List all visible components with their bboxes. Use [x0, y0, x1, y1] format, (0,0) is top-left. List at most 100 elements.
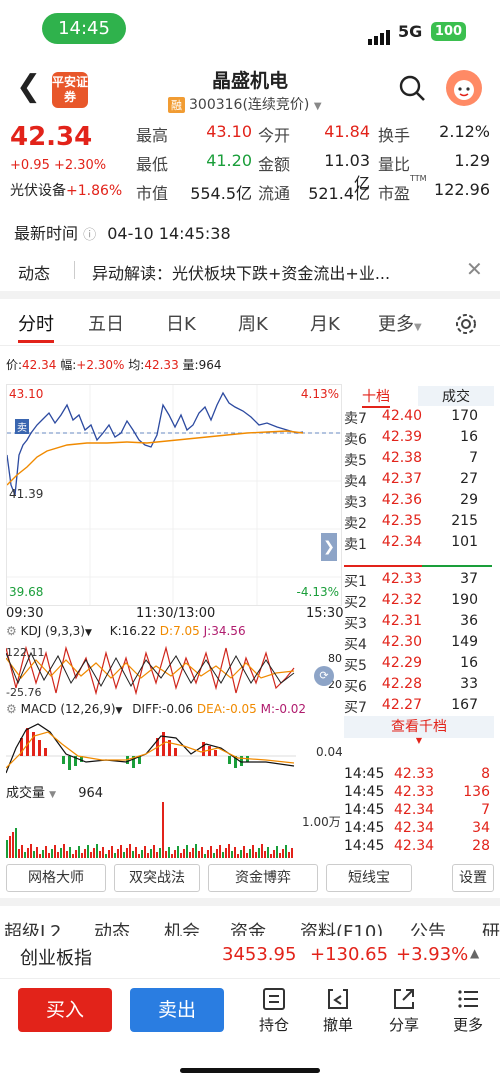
buy-button[interactable]: 买入 [18, 988, 112, 1032]
y-low-label: 39.68 [9, 585, 44, 599]
index-ticker[interactable]: 创业板指 3453.95 +130.65 +3.93% ▲ [0, 936, 500, 976]
grid-master-button[interactable]: 网格大师 [6, 864, 106, 892]
order-level[interactable]: 卖6 42.39 16 [344, 429, 494, 450]
info-icon[interactable]: ⓘ [83, 228, 96, 243]
cancel-order-button[interactable]: 撤单 [316, 986, 360, 1035]
tab-intraday[interactable]: 分时 [18, 310, 54, 336]
order-level[interactable]: 卖4 42.37 27 [344, 471, 494, 492]
order-level[interactable]: 卖1 42.34 101 [344, 534, 494, 555]
order-level[interactable]: 买4 42.30 149 [344, 634, 494, 655]
double-break-button[interactable]: 双突战法 [114, 864, 200, 892]
macd-header[interactable]: ⚙ MACD (12,26,9)▼ DIFF:-0.06 DEA:-0.05 M… [6, 702, 306, 716]
volume-bar [144, 846, 146, 858]
volume-bar [51, 849, 53, 858]
volume-bar [81, 853, 83, 858]
settings-icon[interactable] [454, 312, 478, 341]
close-icon[interactable]: ✕ [466, 257, 483, 281]
fund-game-button[interactable]: 资金博弈 [208, 864, 318, 892]
order-level[interactable]: 买2 42.32 190 [344, 592, 494, 613]
chevron-down-icon: ▼ [414, 322, 422, 333]
tab-ten-levels[interactable]: 十档 [362, 386, 390, 408]
settings-button[interactable]: 设置 [452, 864, 494, 892]
view-more-levels[interactable]: 查看千档 ▼ [344, 716, 494, 745]
volume-bar [57, 852, 59, 858]
sector-info[interactable]: 光伏设备+1.86% [10, 180, 122, 200]
time-end: 15:30 [306, 606, 344, 621]
trade-row: 14:45 42.34 34 [344, 820, 494, 838]
intraday-svg [7, 385, 341, 605]
quote-value: 554.5亿 [190, 184, 252, 203]
refresh-icon[interactable]: ⟳ [314, 666, 334, 686]
volume-bar [117, 849, 119, 858]
tab-f10[interactable]: 资料(F10) [300, 918, 383, 936]
order-level[interactable]: 买5 42.29 16 [344, 655, 494, 676]
tab-funds[interactable]: 资金 [230, 918, 266, 936]
short-term-button[interactable]: 短线宝 [326, 864, 412, 892]
signal-icon [368, 26, 392, 45]
stock-code-line[interactable]: 融 300316(连续竞价) ▼ [168, 94, 322, 114]
order-level[interactable]: 买1 42.33 37 [344, 571, 494, 592]
volume-bar [237, 854, 239, 858]
volume-bar [201, 847, 203, 858]
volume-bar [96, 844, 98, 858]
quote-value: 2.12% [439, 122, 490, 141]
volume-bar [129, 844, 131, 858]
volume-bar [111, 846, 113, 858]
level-volume: 101 [451, 534, 478, 550]
view-more-label: 查看千档 [391, 719, 447, 735]
level-volume: 16 [460, 655, 478, 671]
volume-bar [132, 851, 134, 858]
search-icon[interactable] [398, 74, 426, 106]
more-button[interactable]: 更多 [446, 986, 490, 1035]
level-volume: 167 [451, 697, 478, 713]
volume-bar [159, 848, 161, 858]
quote-label: 最低 [136, 155, 169, 174]
tab-monthly[interactable]: 月K [310, 310, 340, 336]
order-level[interactable]: 卖2 42.35 215 [344, 513, 494, 534]
tab-super-l2[interactable]: 超级L2 [4, 918, 61, 936]
macd-right-label: 0.04 [316, 745, 342, 759]
level-volume: 37 [460, 571, 478, 587]
volume-header[interactable]: 成交量 ▼ 964 [6, 782, 103, 801]
divider [0, 978, 500, 979]
tab-more[interactable]: 更多▼ [378, 310, 422, 336]
tab-trades[interactable]: 成交 [418, 386, 494, 406]
share-button[interactable]: 分享 [382, 986, 426, 1035]
order-level[interactable]: 买7 42.27 167 [344, 697, 494, 718]
order-level[interactable]: 卖7 42.40 170 [344, 408, 494, 429]
news-ticker[interactable]: 动态 异动解读：光伏板块下跌+资金流出+业... ✕ [0, 255, 500, 289]
positions-button[interactable]: 持仓 [252, 986, 296, 1035]
kdj-80: 80 [328, 652, 342, 665]
tab-5day[interactable]: 五日 [88, 310, 124, 336]
divider [0, 898, 500, 906]
volume-bar [171, 854, 173, 858]
trade-price: 42.34 [394, 838, 435, 854]
tab-research[interactable]: 研 [482, 918, 500, 936]
tab-daily[interactable]: 日K [166, 310, 196, 336]
kdj-chart: 122.11 -25.76 80 20 ⟳ [6, 622, 342, 699]
intraday-chart[interactable]: 43.10 4.13% 41.39 39.68 -4.13% 卖 ❯ [6, 384, 342, 606]
tab-opportunity[interactable]: 机会 [164, 918, 200, 936]
level-label: 卖2 [344, 516, 367, 532]
order-level[interactable]: 卖3 42.36 29 [344, 492, 494, 513]
order-level[interactable]: 卖5 42.38 7 [344, 450, 494, 471]
stock-code: 300316(连续竞价) [189, 97, 310, 113]
volume-bar [6, 840, 8, 858]
sell-button[interactable]: 卖出 [130, 988, 224, 1032]
quote-label: 金额 [258, 155, 291, 174]
tab-news[interactable]: 动态 [94, 918, 130, 936]
order-level[interactable]: 买6 42.28 33 [344, 676, 494, 697]
volume-bar [186, 845, 188, 858]
trade-volume: 136 [463, 784, 490, 800]
avatar[interactable] [446, 70, 482, 106]
chevron-up-icon[interactable]: ▲ [470, 946, 479, 960]
order-level[interactable]: 买3 42.31 36 [344, 613, 494, 634]
tab-announcement[interactable]: 公告 [410, 918, 446, 936]
volume-bar [243, 846, 245, 858]
volume-bar [78, 846, 80, 858]
volume-bar [270, 854, 272, 858]
price-bar: 价:42.34 幅:+2.30% 均:42.33 量:964 [6, 356, 221, 373]
tab-weekly[interactable]: 周K [238, 310, 268, 336]
expand-icon[interactable]: ❯ [321, 533, 337, 561]
volume-bar [198, 851, 200, 858]
